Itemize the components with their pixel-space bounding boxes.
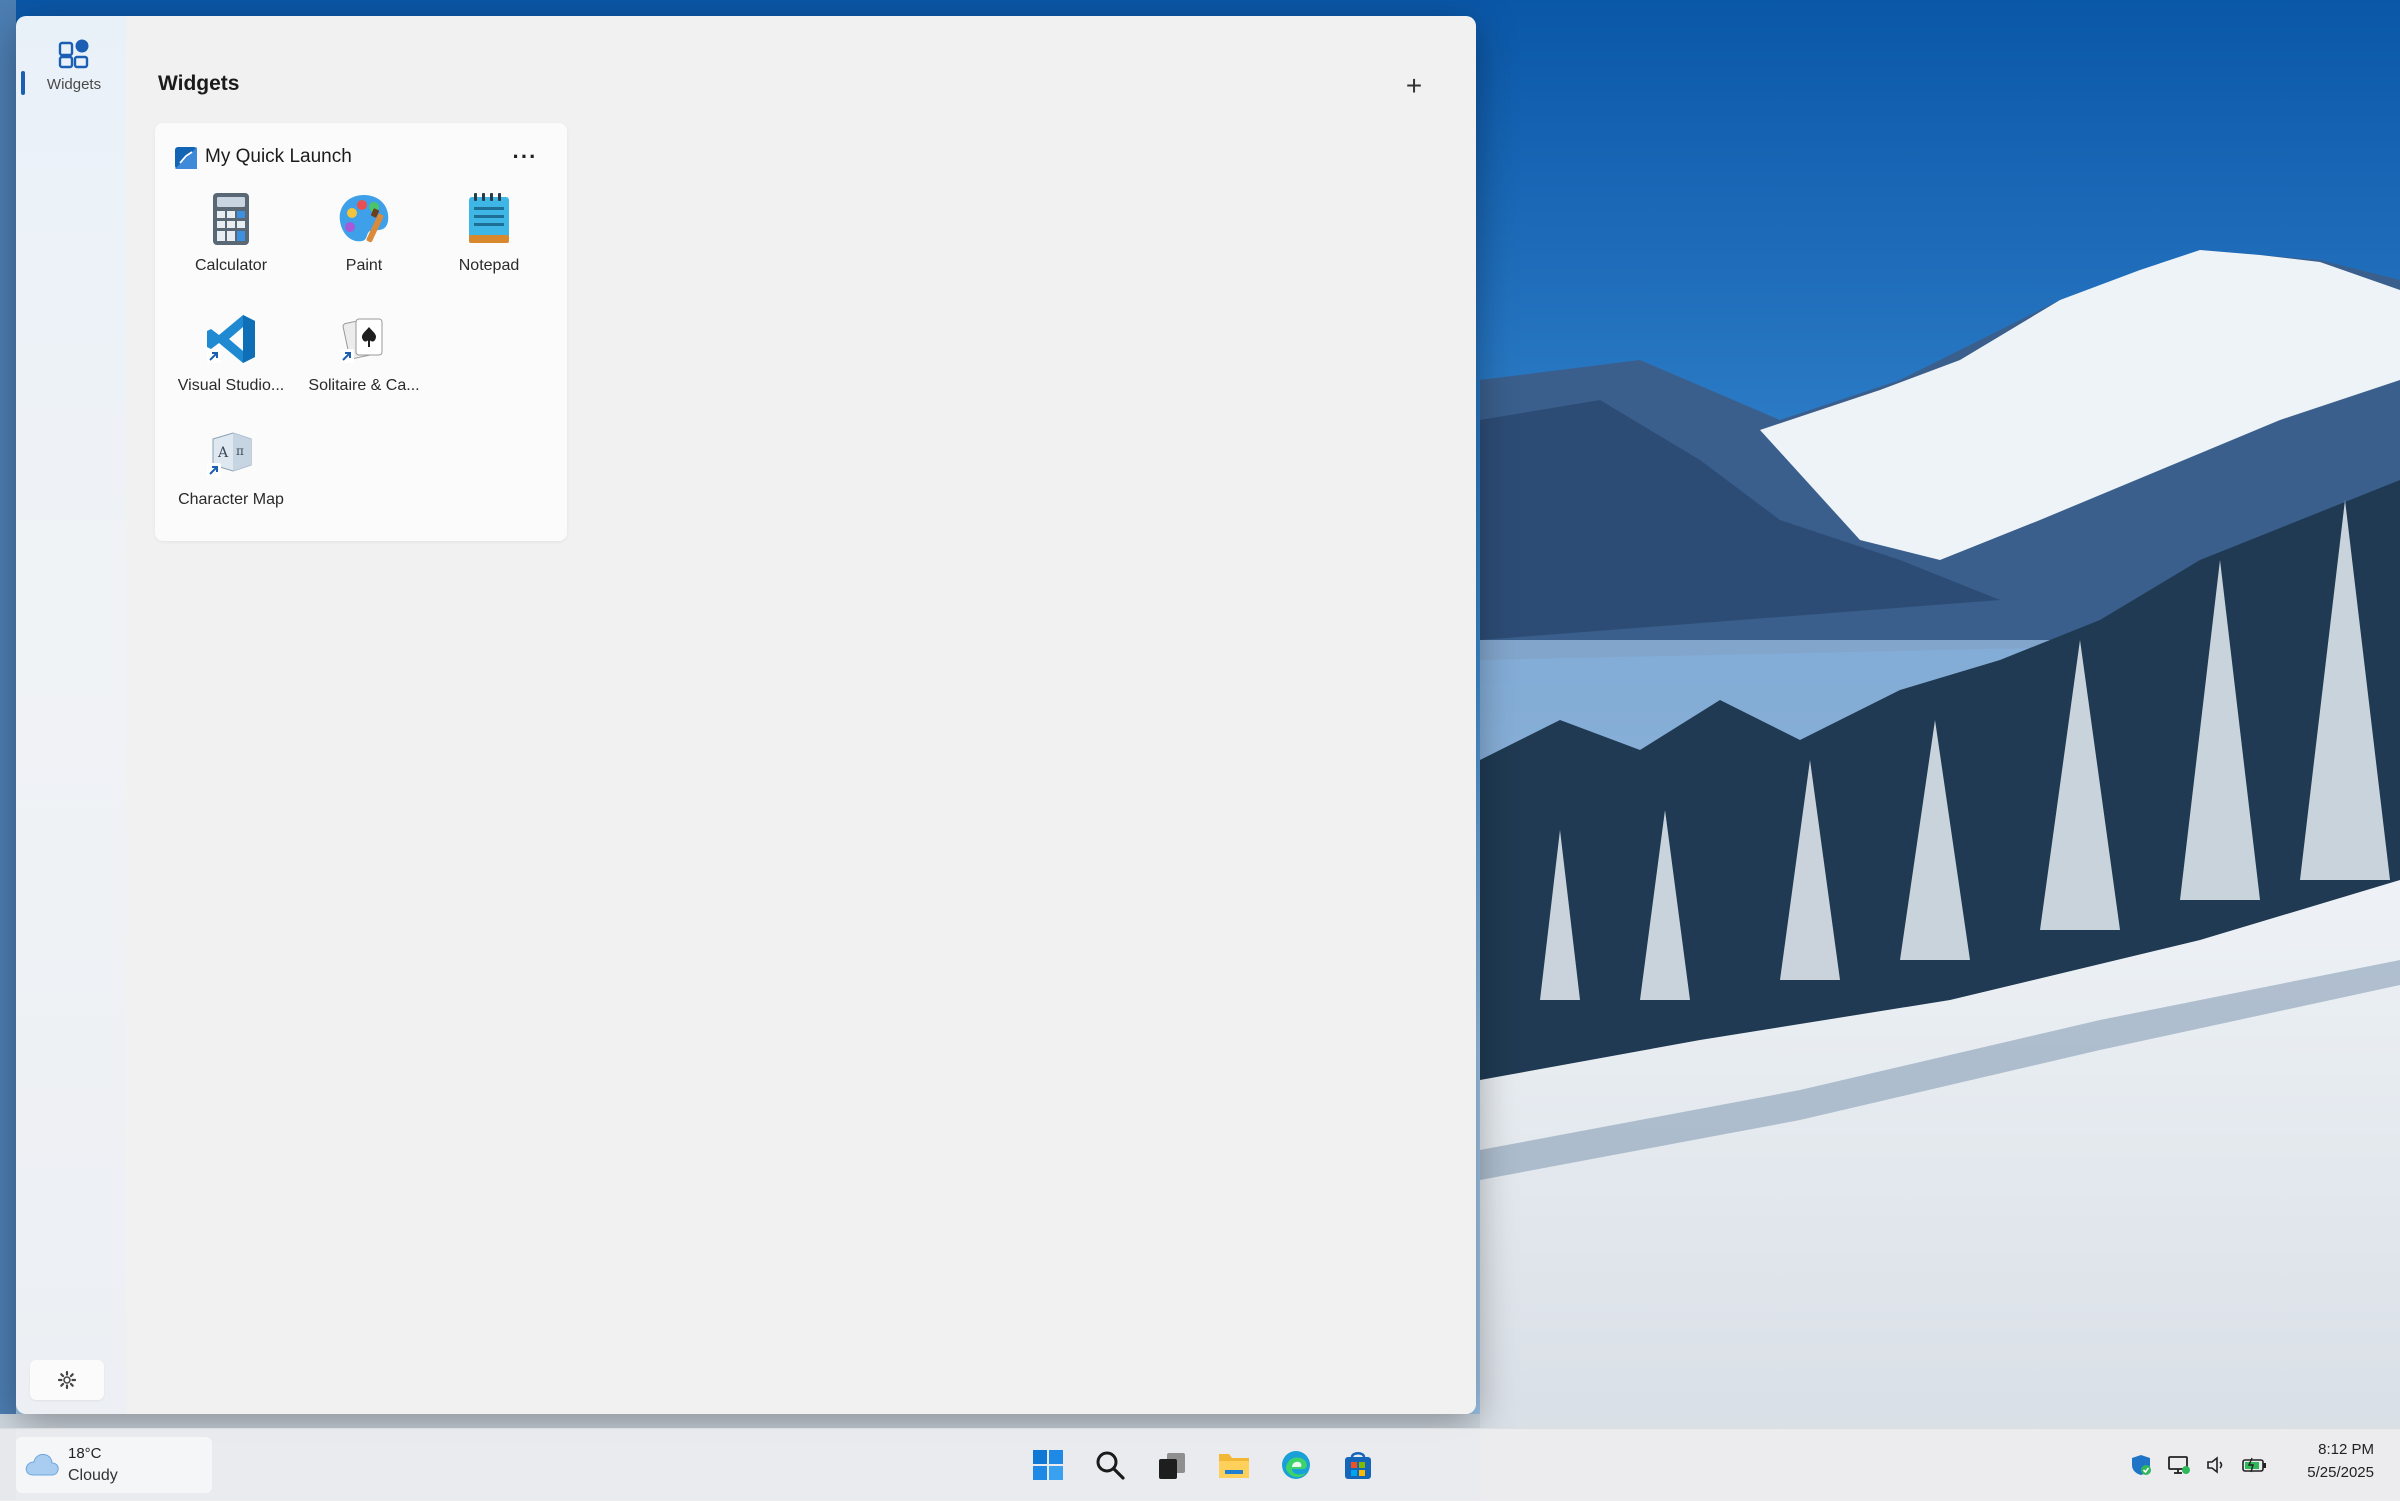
- add-widget-button[interactable]: +: [1396, 68, 1432, 104]
- search-icon: [1096, 1451, 1125, 1480]
- edge-button[interactable]: [1270, 1439, 1322, 1491]
- start-icon: [1033, 1450, 1063, 1480]
- calculator-icon: [213, 193, 249, 245]
- app-tile-paint[interactable]: Paint: [298, 191, 430, 291]
- file-explorer-icon: [1219, 1454, 1249, 1478]
- app-label: Character Map: [178, 491, 284, 508]
- app-tile-solitaire[interactable]: Solitaire & Ca...: [298, 311, 430, 411]
- battery-icon: [2242, 1457, 2266, 1473]
- solitaire-icon: [340, 318, 383, 363]
- battery-tray-button[interactable]: [2240, 1450, 2270, 1480]
- weather-condition: Cloudy: [68, 1467, 118, 1484]
- rail-selection-indicator: [21, 71, 25, 95]
- widgets-board: Widgets + My Quick Launch ··· Calculator…: [126, 16, 1476, 1414]
- app-label: Calculator: [194, 257, 268, 274]
- app-label: Notepad: [458, 257, 520, 274]
- quick-launch-widget: My Quick Launch ··· Calculator Paint Not…: [155, 123, 567, 541]
- weather-widget[interactable]: 18°C Cloudy: [16, 1437, 212, 1493]
- start-button[interactable]: [1022, 1439, 1074, 1491]
- edge-icon: [1282, 1451, 1310, 1479]
- app-tile-visual-studio[interactable]: Visual Studio...: [165, 311, 297, 411]
- app-label: Visual Studio...: [177, 377, 285, 394]
- volume-icon: [2207, 1456, 2223, 1474]
- svg-text:A: A: [217, 445, 229, 461]
- clock-time: 8:12 PM: [2318, 1441, 2374, 1458]
- taskbar-pinned-apps: [1022, 1439, 1384, 1491]
- defender-icon: [2132, 1455, 2151, 1475]
- vscode-icon: [207, 315, 255, 363]
- defender-tray-button[interactable]: [2126, 1450, 2156, 1480]
- more-options-button[interactable]: ···: [509, 143, 541, 171]
- taskbar: 18°C Cloudy 8:12 PM 5/25/2025: [0, 1428, 2400, 1501]
- settings-button[interactable]: [30, 1360, 104, 1400]
- app-label: Paint: [345, 257, 383, 274]
- search-button[interactable]: [1084, 1439, 1136, 1491]
- svg-text:π: π: [236, 444, 244, 458]
- store-icon: [1345, 1452, 1371, 1479]
- widgets-window: Widgets Widgets + My Quick Launch ··· Ca…: [16, 16, 1476, 1414]
- quick-launch-icon: [175, 147, 197, 169]
- cloud-icon: [25, 1453, 59, 1476]
- volume-tray-button[interactable]: [2202, 1450, 2232, 1480]
- character-map-icon: A π: [207, 432, 252, 477]
- app-tile-character-map[interactable]: A π Character Map: [165, 425, 297, 525]
- paint-icon: [339, 195, 389, 243]
- gear-icon: [57, 1370, 77, 1390]
- clock[interactable]: 8:12 PM 5/25/2025: [2307, 1441, 2374, 1481]
- app-tile-notepad[interactable]: Notepad: [423, 191, 555, 291]
- rail-widgets-button[interactable]: Widgets: [38, 36, 110, 118]
- file-explorer-button[interactable]: [1208, 1439, 1260, 1491]
- quick-launch-header: My Quick Launch ···: [175, 143, 551, 173]
- task-view-icon: [1159, 1453, 1185, 1479]
- notepad-icon: [469, 193, 509, 243]
- app-tile-calculator[interactable]: Calculator: [165, 191, 297, 291]
- quick-launch-title: My Quick Launch: [205, 146, 352, 167]
- rail-widgets-label: Widgets: [46, 76, 102, 93]
- app-label: Solitaire & Ca...: [308, 377, 420, 394]
- weather-temperature: 18°C: [68, 1445, 102, 1462]
- store-button[interactable]: [1332, 1439, 1384, 1491]
- widgets-icon: [58, 39, 89, 69]
- network-icon: [2168, 1456, 2190, 1474]
- network-tray-button[interactable]: [2164, 1450, 2194, 1480]
- clock-date: 5/25/2025: [2307, 1464, 2374, 1481]
- side-rail: Widgets: [16, 16, 126, 1414]
- page-title: Widgets: [158, 72, 240, 95]
- system-tray: [2126, 1443, 2270, 1487]
- task-view-button[interactable]: [1146, 1439, 1198, 1491]
